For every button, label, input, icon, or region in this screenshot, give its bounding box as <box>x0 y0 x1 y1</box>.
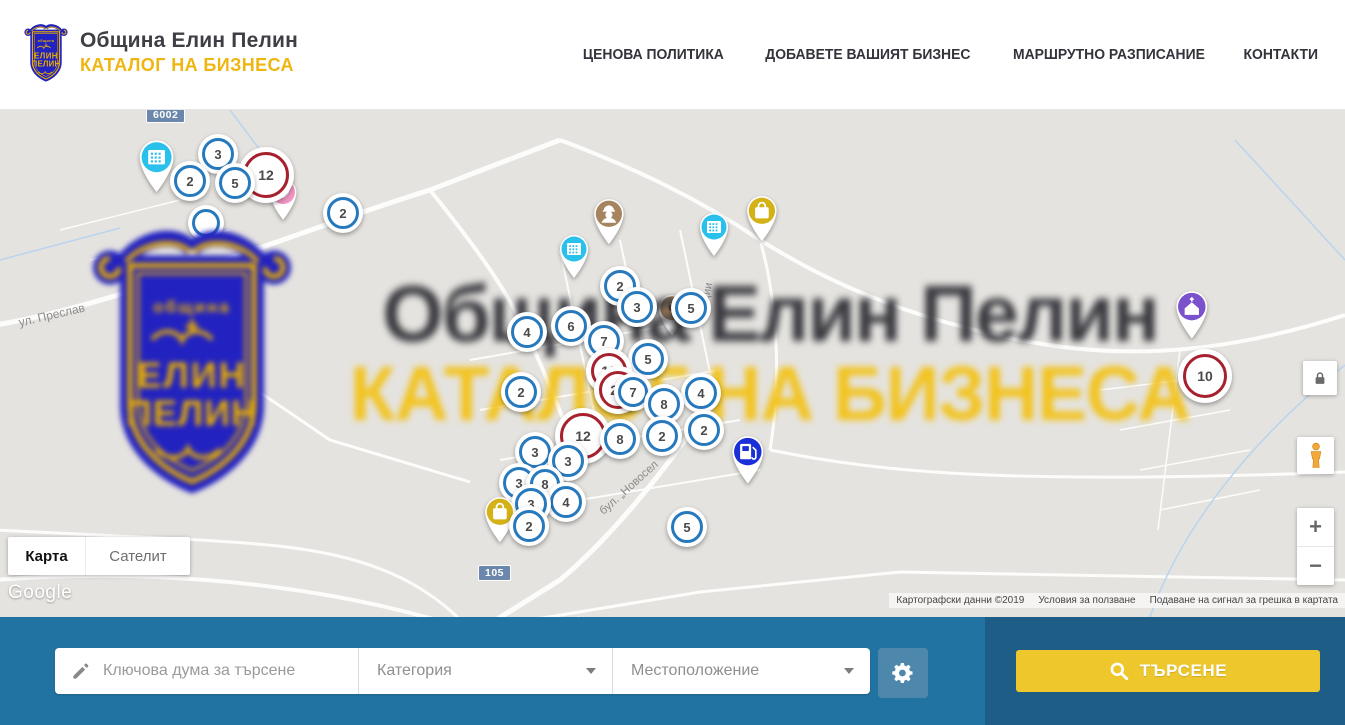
padlock-icon <box>1313 371 1327 386</box>
cluster-marker[interactable]: 4 <box>681 373 721 413</box>
bag-pin-marker[interactable] <box>743 194 781 247</box>
map-type-map-button[interactable]: Карта <box>8 537 85 575</box>
nav-contacts[interactable]: КОНТАКТИ <box>1244 47 1318 63</box>
location-dropdown-label: Местоположение <box>631 662 759 680</box>
pegman-icon <box>1305 442 1327 469</box>
search-bar: Категория Местоположение ТЪРСЕНЕ <box>0 617 1345 725</box>
pencil-icon <box>71 662 90 681</box>
zoom-in-button[interactable]: + <box>1297 508 1334 547</box>
cluster-marker[interactable]: 2 <box>170 161 210 201</box>
nav-add-business[interactable]: ДОБАВЕТЕ ВАШИЯТ БИЗНЕС <box>765 47 970 63</box>
zoom-control: + − <box>1297 508 1334 585</box>
svg-text:ЕЛИН: ЕЛИН <box>34 51 58 60</box>
map-attribution: Картографски данни ©2019 Условия за полз… <box>889 593 1345 608</box>
main-nav: ЦЕНОВА ПОЛИТИКА ДОБАВЕТЕ ВАШИЯТ БИЗНЕС М… <box>580 0 1320 110</box>
keyword-field-wrap <box>55 648 358 694</box>
attribution-terms-link[interactable]: Условия за ползване <box>1031 593 1142 608</box>
cluster-marker[interactable]: 10 <box>1178 349 1232 403</box>
site-title-line2: КАТАЛОГ НА БИЗНЕСА <box>80 55 298 76</box>
site-title-line1: Община Елин Пелин <box>80 29 298 53</box>
cluster-marker[interactable]: 5 <box>215 163 255 203</box>
cluster-marker[interactable]: 2 <box>684 410 724 450</box>
keyword-search-input[interactable] <box>101 661 358 681</box>
road-badge: 105 <box>478 565 511 581</box>
caret-down-icon <box>844 668 854 674</box>
map-type-satellite-button[interactable]: Сателит <box>85 537 190 575</box>
nav-route-schedule[interactable]: МАРШРУТНО РАЗПИСАНИЕ <box>1013 47 1205 63</box>
factory-pin-marker[interactable] <box>696 211 732 262</box>
cluster-marker[interactable] <box>188 205 224 241</box>
search-form: Категория Местоположение <box>55 648 870 694</box>
google-logo[interactable]: Google <box>8 582 72 604</box>
map-type-control: Карта Сателит <box>8 537 190 575</box>
search-submit-button[interactable]: ТЪРСЕНЕ <box>1016 650 1320 692</box>
attribution-copyright: Картографски данни ©2019 <box>889 593 1031 608</box>
caret-down-icon <box>586 668 596 674</box>
fuel-pin-marker[interactable] <box>728 434 768 490</box>
cluster-marker[interactable]: 4 <box>507 312 547 352</box>
site-title: Община Елин Пелин КАТАЛОГ НА БИЗНЕСА <box>80 29 298 76</box>
cluster-marker[interactable]: 2 <box>323 193 363 233</box>
category-dropdown[interactable]: Категория <box>358 648 612 694</box>
site-logo[interactable]: община ЕЛИН ПЕЛИН Община Елин Пелин КАТА… <box>22 20 298 84</box>
gear-icon <box>891 661 915 685</box>
nav-pricing[interactable]: ЦЕНОВА ПОЛИТИКА <box>583 47 724 63</box>
location-dropdown[interactable]: Местоположение <box>612 648 870 694</box>
svg-text:ПЕЛИН: ПЕЛИН <box>32 60 61 69</box>
factory-pin-marker[interactable] <box>556 233 592 284</box>
cluster-marker[interactable]: 5 <box>671 288 711 328</box>
search-button-label: ТЪРСЕНЕ <box>1140 661 1228 681</box>
cluster-marker[interactable]: 3 <box>617 287 657 327</box>
cluster-marker[interactable]: 8 <box>600 419 640 459</box>
cluster-marker[interactable]: 2 <box>642 416 682 456</box>
coat-of-arms-logo: община ЕЛИН ПЕЛИН <box>22 20 70 84</box>
category-dropdown-label: Категория <box>377 662 452 680</box>
worker-pin-marker[interactable] <box>590 197 628 250</box>
map-canvas[interactable]: ул. Преслав бул. „Новосел ции 6002 105 о… <box>0 110 1345 617</box>
advanced-settings-button[interactable] <box>878 648 928 698</box>
road-badge: 6002 <box>146 110 185 123</box>
cluster-marker[interactable]: 5 <box>667 507 707 547</box>
header: община ЕЛИН ПЕЛИН Община Елин Пелин КАТА… <box>0 0 1345 110</box>
cluster-marker[interactable]: 2 <box>501 372 541 412</box>
cluster-marker[interactable]: 4 <box>546 482 586 522</box>
search-icon <box>1109 661 1129 681</box>
street-view-pegman-button[interactable] <box>1297 437 1334 474</box>
svg-text:община: община <box>38 39 55 43</box>
lock-button[interactable] <box>1303 361 1337 395</box>
cluster-marker[interactable]: 2 <box>509 506 549 546</box>
church-pin-marker[interactable] <box>1172 289 1212 345</box>
attribution-report-link[interactable]: Подаване на сигнал за грешка в картата <box>1143 593 1345 608</box>
zoom-out-button[interactable]: − <box>1297 547 1334 585</box>
page: община ЕЛИН ПЕЛИН Община Елин Пелин КАТА… <box>0 0 1345 725</box>
